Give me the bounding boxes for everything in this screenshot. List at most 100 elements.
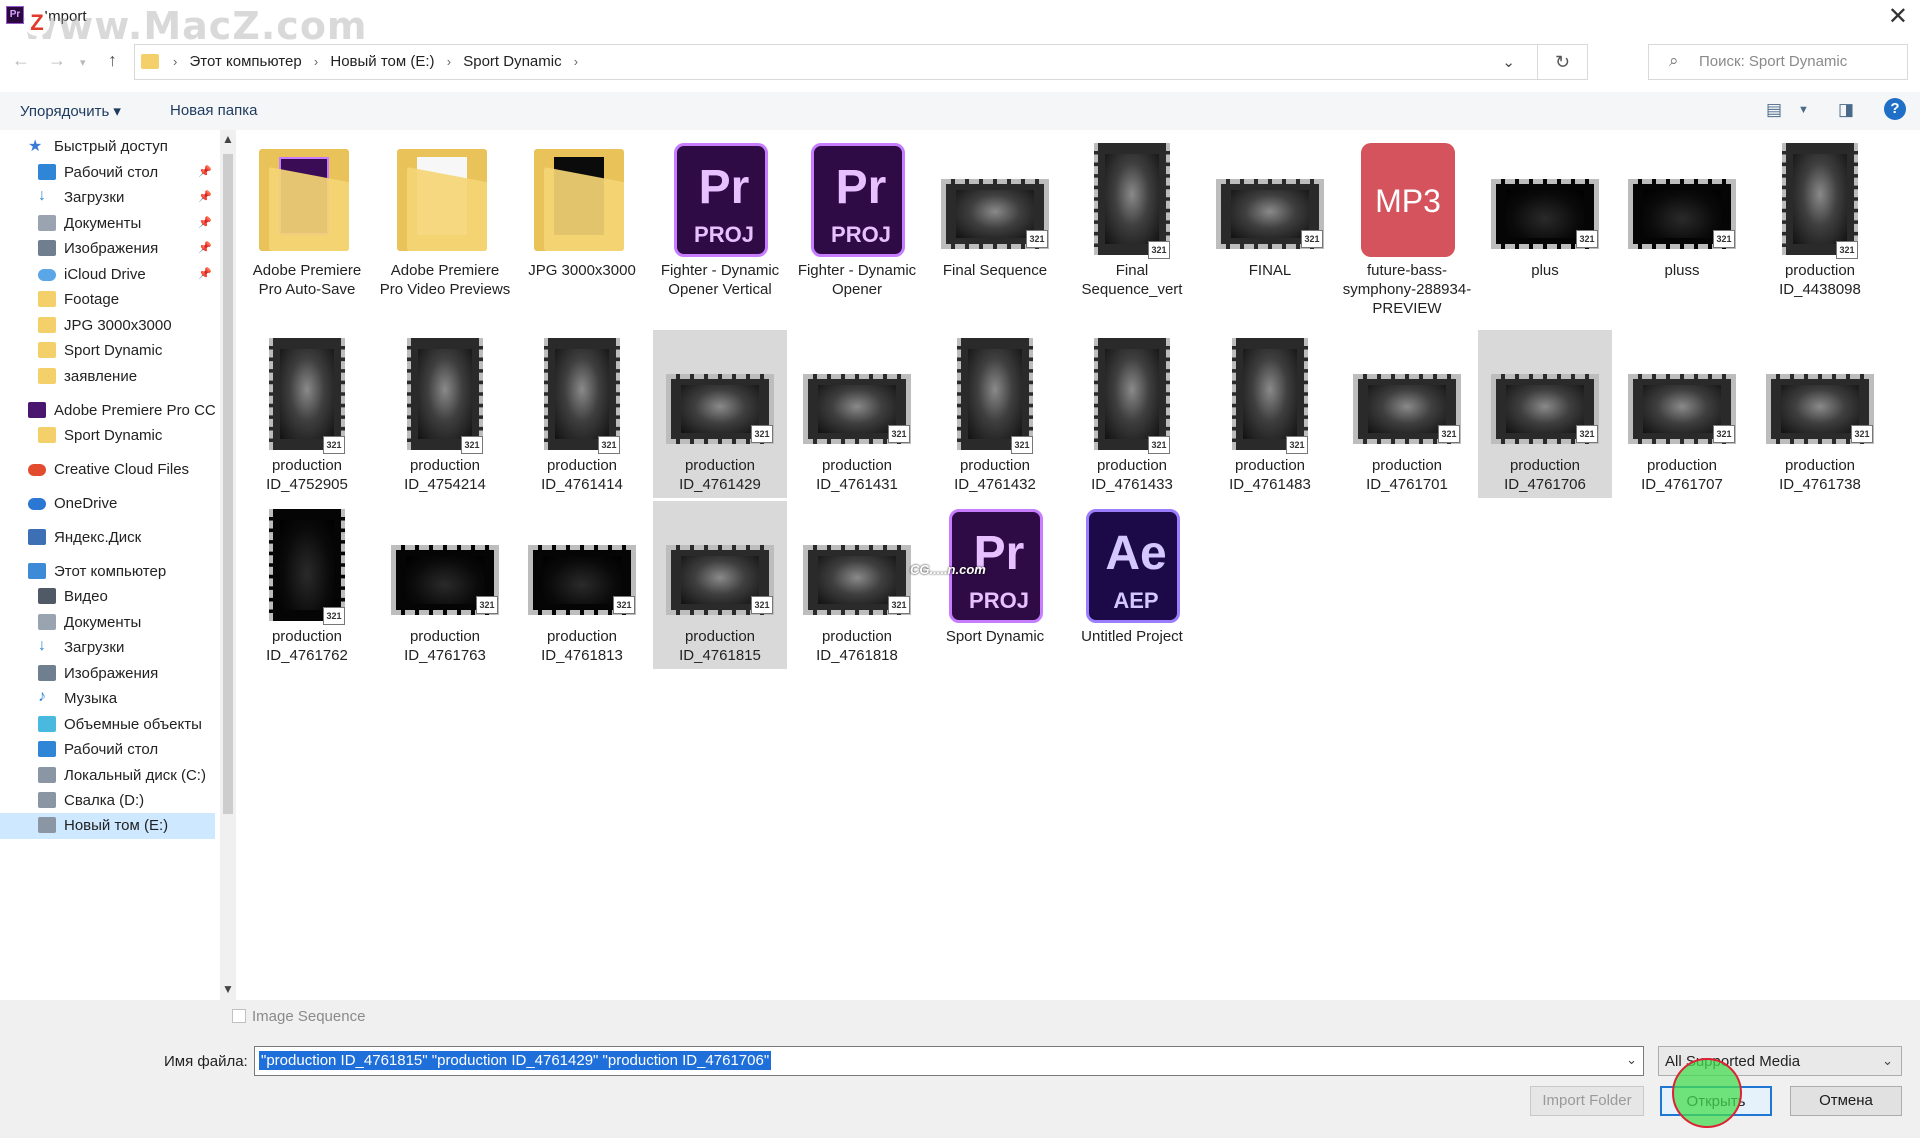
preview-pane-icon[interactable]: ◨ — [1838, 100, 1854, 120]
file-name-input[interactable]: "production ID_4761815" "production ID_4… — [254, 1046, 1644, 1076]
sidebar-item[interactable]: заявление — [0, 364, 215, 390]
video-frame — [279, 349, 335, 439]
sidebar-item[interactable]: Объемные объекты — [0, 712, 215, 738]
scroll-down-icon[interactable]: ▼ — [220, 982, 236, 996]
sidebar-item[interactable]: JPG 3000x3000 — [0, 313, 215, 339]
sidebar-item[interactable]: Изображения 📌 — [0, 236, 215, 262]
video-frame — [279, 520, 335, 610]
file-item[interactable]: 321 production ID_4761707 — [1615, 330, 1749, 498]
new-folder-button[interactable]: Новая папка — [170, 102, 257, 119]
sidebar-item[interactable]: Рабочий стол 📌 — [0, 160, 215, 186]
file-item[interactable]: 321 production ID_4761429 — [653, 330, 787, 498]
sidebar-item[interactable]: OneDrive — [0, 491, 215, 517]
breadcrumb-item[interactable]: Этот компьютер — [190, 53, 302, 70]
file-item[interactable]: 321 production ID_4761433 — [1065, 330, 1199, 498]
refresh-icon[interactable]: ↻ — [1537, 45, 1587, 79]
breadcrumb-item[interactable]: Новый том (E:) — [330, 53, 434, 70]
file-item[interactable]: 321 production ID_4761738 — [1753, 330, 1887, 498]
sidebar-item[interactable]: ↓ Загрузки — [0, 635, 215, 661]
sidebar-item[interactable]: Изображения — [0, 661, 215, 687]
sidebar-item[interactable]: ♪ Музыка — [0, 686, 215, 712]
sidebar-item[interactable]: Этот компьютер — [0, 559, 215, 585]
image-sequence-checkbox[interactable]: Image Sequence — [232, 1008, 365, 1025]
sidebar-item[interactable]: Документы — [0, 610, 215, 636]
file-item[interactable]: 321 production ID_4761818 — [790, 501, 924, 669]
sidebar-item[interactable]: Рабочий стол — [0, 737, 215, 763]
forward-arrow-icon[interactable]: → — [48, 50, 66, 71]
import-folder-button[interactable]: Import Folder — [1530, 1086, 1644, 1116]
file-item[interactable]: 321 production ID_4754214 — [378, 330, 512, 498]
file-item[interactable]: 321 production ID_4761762 — [240, 501, 374, 669]
back-arrow-icon[interactable]: ← — [12, 50, 30, 71]
sidebar-item-label: Новый том (E:) — [64, 817, 169, 834]
scroll-thumb[interactable] — [223, 154, 233, 814]
sidebar-item[interactable]: ★ Быстрый доступ — [0, 134, 215, 160]
file-name: production ID_4754214 — [404, 457, 486, 493]
sidebar-item[interactable]: iCloud Drive 📌 — [0, 262, 215, 288]
video-frame — [1792, 154, 1848, 244]
view-mode-icon[interactable]: ▤ — [1766, 100, 1782, 120]
chevron-down-icon[interactable]: ⌄ — [1626, 1052, 1637, 1068]
sidebar-scrollbar[interactable]: ▲ ▼ — [220, 130, 236, 1000]
film-strip-icon: 321 — [1353, 374, 1461, 444]
sidebar-item-label: JPG 3000x3000 — [64, 317, 172, 334]
organize-button[interactable]: Упорядочить ▾ — [20, 102, 121, 120]
file-item[interactable]: 321 production ID_4761431 — [790, 330, 924, 498]
media-player-badge-icon: 321 — [1713, 230, 1735, 248]
file-item[interactable]: 321 Final Sequence_vert — [1065, 135, 1199, 303]
sidebar-item[interactable]: Adobe Premiere Pro CC — [0, 398, 216, 424]
help-icon[interactable]: ? — [1884, 98, 1906, 120]
address-bar[interactable]: › Этот компьютер › Новый том (E:) › Spor… — [134, 44, 1588, 80]
file-item[interactable]: Pr PROJ Sport Dynamic — [928, 501, 1062, 669]
breadcrumb-item[interactable]: Sport Dynamic — [463, 53, 561, 70]
file-item[interactable]: 321 production ID_4752905 — [240, 330, 374, 498]
file-item[interactable]: Pr PROJ Fighter - Dynamic Opener — [790, 135, 924, 303]
file-item[interactable]: 321 production ID_4761706 — [1478, 330, 1612, 498]
sidebar-item[interactable]: ↓ Загрузки 📌 — [0, 185, 215, 211]
chevron-down-icon[interactable]: ⌄ — [1502, 53, 1515, 71]
sidebar-item[interactable]: Footage — [0, 287, 215, 313]
file-item[interactable]: 321 production ID_4761813 — [515, 501, 649, 669]
file-item[interactable]: 321 FINAL — [1203, 135, 1337, 303]
scroll-up-icon[interactable]: ▲ — [220, 132, 236, 146]
sidebar-item[interactable]: Sport Dynamic — [0, 338, 215, 364]
close-icon[interactable]: ✕ — [1888, 2, 1908, 31]
chevron-down-icon[interactable]: ▼ — [1798, 104, 1809, 116]
file-item[interactable]: 321 pluss — [1615, 135, 1749, 303]
sidebar-item[interactable]: Новый том (E:) — [0, 813, 215, 839]
sidebar-item[interactable]: Документы 📌 — [0, 211, 215, 237]
file-item[interactable]: MP3 future-bass-symphony-288934-PREVIEW — [1340, 135, 1474, 317]
file-item[interactable]: 321 production ID_4761483 — [1203, 330, 1337, 498]
file-name: plus — [1531, 262, 1559, 279]
checkbox-box[interactable] — [232, 1009, 246, 1023]
cancel-button[interactable]: Отмена — [1790, 1086, 1902, 1116]
file-name: production ID_4761706 — [1504, 457, 1586, 493]
watermark-logo: Z — [24, 10, 50, 36]
file-item[interactable]: 321 production ID_4761414 — [515, 330, 649, 498]
file-item[interactable]: 321 production ID_4761815 — [653, 501, 787, 669]
image-sequence-label: Image Sequence — [252, 1008, 366, 1025]
file-item[interactable]: Ae AEP Untitled Project — [1065, 501, 1199, 669]
file-item[interactable]: Adobe Premiere Pro Video Previews — [378, 135, 512, 303]
search-input[interactable]: ⌕ Поиск: Sport Dynamic — [1648, 44, 1908, 80]
file-item[interactable]: Adobe Premiere Pro Auto-Save — [240, 135, 374, 303]
sidebar-item[interactable]: Локальный диск (C:) — [0, 763, 215, 789]
sidebar-item[interactable]: Видео — [0, 584, 215, 610]
sidebar-item[interactable]: Свалка (D:) — [0, 788, 215, 814]
file-item[interactable]: 321 production ID_4761763 — [378, 501, 512, 669]
video-thumbnail: 321 — [1076, 338, 1188, 454]
file-item[interactable]: 321 Final Sequence — [928, 135, 1062, 303]
file-item[interactable]: JPG 3000x3000 — [515, 135, 649, 303]
file-thumbnail: Ae AEP — [1076, 509, 1188, 625]
file-item[interactable]: 321 production ID_4438098 — [1753, 135, 1887, 303]
up-arrow-icon[interactable]: ↑ — [108, 50, 117, 71]
file-item[interactable]: 321 production ID_4761432 — [928, 330, 1062, 498]
media-player-badge-icon: 321 — [1148, 241, 1170, 259]
file-item[interactable]: 321 production ID_4761701 — [1340, 330, 1474, 498]
sidebar-item[interactable]: Creative Cloud Files — [0, 457, 215, 483]
recent-chevron-icon[interactable]: ▾ — [80, 56, 86, 69]
sidebar-item[interactable]: Яндекс.Диск — [0, 525, 215, 551]
file-item[interactable]: Pr PROJ Fighter - Dynamic Opener Vertical — [653, 135, 787, 303]
file-item[interactable]: 321 plus — [1478, 135, 1612, 303]
sidebar-item[interactable]: Sport Dynamic — [0, 423, 215, 449]
